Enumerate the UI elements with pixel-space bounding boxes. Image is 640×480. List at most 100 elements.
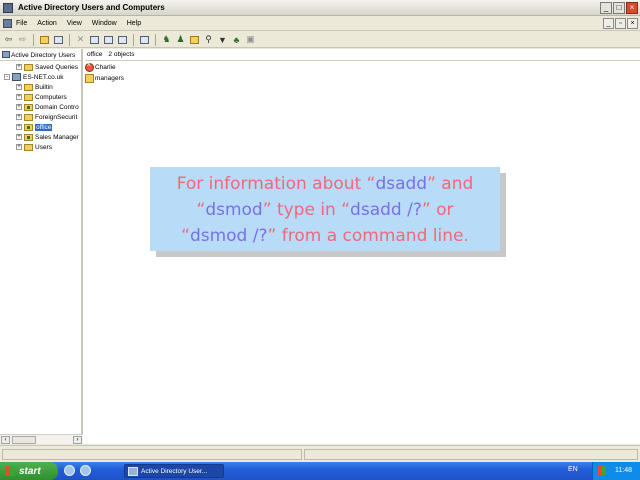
collapse-icon[interactable]: - — [4, 74, 10, 80]
expand-icon[interactable]: + — [16, 124, 22, 130]
scroll-left-arrow-icon[interactable]: ‹ — [1, 436, 10, 444]
callout-command: dsmod /? — [189, 226, 268, 246]
close-button[interactable]: × — [626, 2, 638, 14]
organizational-unit-icon — [24, 103, 33, 111]
tree-list: + Saved Queries - ES-NET.co.uk + Builtin + Comp… — [0, 62, 81, 152]
list-item[interactable]: Charlie — [85, 61, 124, 73]
taskbar-item-active-directory[interactable]: Active Directory User... — [124, 464, 224, 478]
details-header: office 2 objects — [85, 49, 640, 61]
menu-window[interactable]: Window — [92, 20, 117, 27]
tree-item[interactable]: + Builtin — [0, 82, 81, 92]
callout-command: dsadd /? — [350, 200, 422, 220]
tree-item-label: Sales Manager — [35, 133, 79, 141]
child-close-button[interactable]: × — [627, 18, 638, 29]
group-icon — [85, 74, 94, 83]
console-tree-icon[interactable] — [53, 34, 64, 45]
minimize-button[interactable]: _ — [600, 2, 612, 14]
export-icon[interactable] — [117, 34, 128, 45]
clock[interactable]: 11:48 — [615, 467, 632, 474]
start-button[interactable]: start — [0, 462, 58, 480]
find-icon[interactable]: ⚲ — [203, 34, 214, 45]
forward-arrow-icon[interactable]: ⇨ — [17, 34, 28, 45]
status-cell — [2, 449, 302, 460]
start-label: start — [19, 465, 41, 477]
menu-action[interactable]: Action — [37, 20, 56, 27]
callout-line-1: For information about “dsadd” and — [150, 171, 500, 197]
title-bar[interactable]: Active Directory Users and Computers _ □… — [0, 0, 640, 16]
container-name: office — [87, 51, 103, 58]
toolbar: ⇦ ⇨ ✕ ♞ ♟ ⚲ ▼ ♣ ▣ — [0, 32, 640, 48]
show-desktop-icon[interactable] — [64, 465, 75, 476]
tree-item-label: Computers — [35, 93, 67, 101]
tree-item-label: Users — [35, 143, 52, 151]
delete-icon[interactable]: ✕ — [75, 34, 86, 45]
menu-file[interactable]: File — [16, 20, 27, 27]
window-controls: _ □ × — [600, 2, 638, 14]
menu-view[interactable]: View — [67, 20, 82, 27]
delegate-icon[interactable]: ▣ — [245, 34, 256, 45]
tree-item-label: Saved Queries — [35, 63, 78, 71]
callout-text: ” from a command line. — [267, 226, 469, 246]
folder-icon — [24, 63, 33, 71]
organizational-unit-icon — [24, 133, 33, 141]
up-folder-icon[interactable] — [39, 34, 50, 45]
callout-text: “ — [196, 200, 206, 220]
tree-item-label: ForeignSecurit — [35, 113, 78, 121]
new-ou-icon[interactable] — [189, 34, 200, 45]
expand-icon[interactable]: + — [16, 134, 22, 140]
expand-icon[interactable]: + — [16, 94, 22, 100]
refresh-icon[interactable] — [103, 34, 114, 45]
callout-text: For information about “ — [176, 174, 376, 194]
help-icon[interactable] — [139, 34, 150, 45]
tree-item[interactable]: + Saved Queries — [0, 62, 81, 72]
expand-icon[interactable]: + — [16, 84, 22, 90]
organizational-unit-icon — [24, 123, 33, 131]
tree-root-label: Active Directory Users — [11, 52, 76, 59]
callout-line-2: “dsmod” type in “dsadd /?” or — [150, 197, 500, 223]
new-user-icon[interactable]: ♞ — [161, 34, 172, 45]
list-item[interactable]: managers — [85, 73, 124, 84]
back-arrow-icon[interactable]: ⇦ — [3, 34, 14, 45]
tree-item[interactable]: - ES-NET.co.uk — [0, 72, 81, 82]
app-icon[interactable] — [3, 3, 13, 13]
tree-horizontal-scrollbar[interactable]: ‹ › — [0, 434, 83, 444]
tree-item[interactable]: + Users — [0, 142, 81, 152]
expand-icon[interactable]: + — [16, 64, 22, 70]
maximize-button[interactable]: □ — [613, 2, 625, 14]
tree-item[interactable]: + office — [0, 122, 81, 132]
tree-header[interactable]: Active Directory Users — [0, 49, 81, 61]
callout-text: “ — [181, 226, 190, 246]
object-count: 2 objects — [108, 51, 135, 58]
tree-item-label: office — [35, 123, 53, 131]
tree-item[interactable]: + Sales Manager — [0, 132, 81, 142]
windows-flag-tray-icon[interactable] — [598, 466, 606, 475]
properties-icon[interactable] — [89, 34, 100, 45]
console-window-icon[interactable] — [3, 19, 12, 28]
scroll-thumb[interactable] — [12, 436, 36, 444]
ad-root-icon — [2, 51, 10, 58]
child-restore-button[interactable]: ▫ — [615, 18, 626, 29]
tree-item[interactable]: + ForeignSecurit — [0, 112, 81, 122]
tree-item-label: Domain Contro — [35, 103, 79, 111]
child-minimize-button[interactable]: _ — [603, 18, 614, 29]
toolbar-separator — [69, 33, 70, 46]
tree-item-label: Builtin — [35, 83, 53, 91]
tree-item[interactable]: + Domain Contro — [0, 102, 81, 112]
callout-text: ” or — [421, 200, 454, 220]
expand-icon[interactable]: + — [16, 144, 22, 150]
expand-icon[interactable]: + — [16, 104, 22, 110]
expand-icon[interactable]: + — [16, 114, 22, 120]
new-group-icon[interactable]: ♟ — [175, 34, 186, 45]
tree-item[interactable]: + Computers — [0, 92, 81, 102]
filter-icon[interactable]: ▼ — [217, 34, 228, 45]
tree-item-label: ES-NET.co.uk — [23, 73, 64, 81]
callout-command: dsmod — [205, 200, 263, 220]
console-tree: Active Directory Users + Saved Queries - ES… — [0, 49, 83, 444]
scroll-right-arrow-icon[interactable]: › — [73, 436, 82, 444]
add-to-group-icon[interactable]: ♣ — [231, 34, 242, 45]
window-title: Active Directory Users and Computers — [18, 3, 165, 12]
language-indicator[interactable]: EN — [568, 466, 578, 473]
folder-icon — [24, 113, 33, 121]
menu-help[interactable]: Help — [127, 20, 141, 27]
internet-explorer-icon[interactable] — [80, 465, 91, 476]
